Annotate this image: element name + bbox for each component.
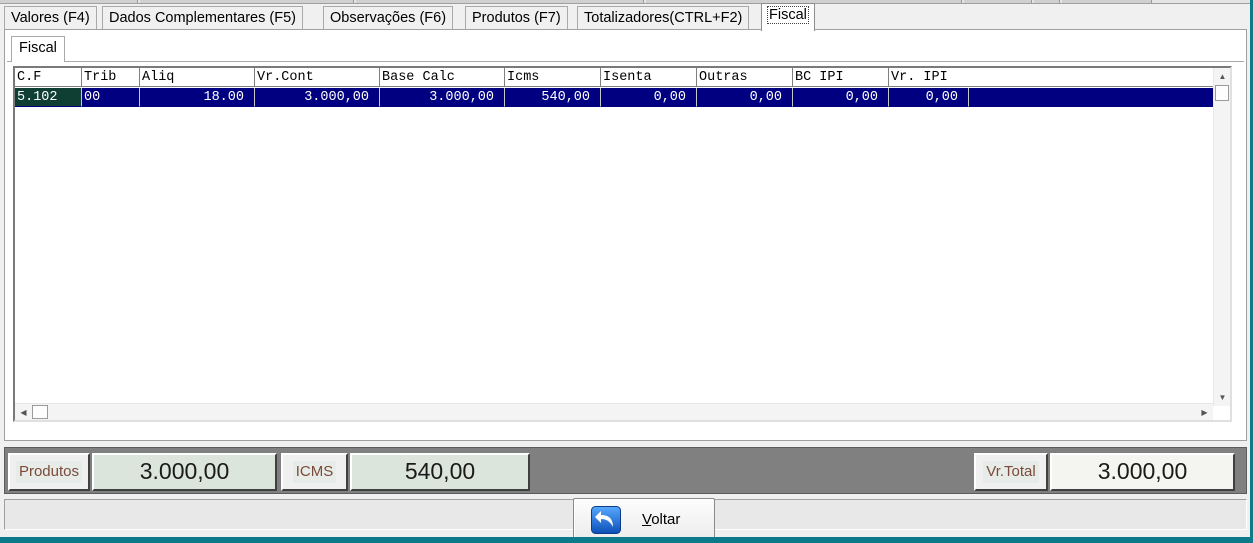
- column-header-vr-cont[interactable]: Vr.Cont: [255, 68, 380, 87]
- column-header-vr-ipi[interactable]: Vr. IPI: [889, 68, 1213, 87]
- fiscal-tab-panel: Fiscal C.F Trib Aliq Vr.Cont Base Calc I…: [4, 29, 1247, 441]
- tab-totalizadores[interactable]: Totalizadores(CTRL+F2): [577, 6, 750, 30]
- inner-tab-label: Fiscal: [19, 40, 57, 56]
- voltar-label: Voltar: [642, 511, 680, 528]
- column-header-base-calc[interactable]: Base Calc: [380, 68, 505, 87]
- cell-bc-ipi[interactable]: 0,00: [793, 88, 889, 107]
- horizontal-scrollbar[interactable]: ◀ ▶: [15, 403, 1213, 420]
- vertical-scroll-thumb[interactable]: [1215, 85, 1229, 101]
- tab-label: Observações (F6): [330, 10, 447, 26]
- scroll-up-icon[interactable]: ▲: [1214, 68, 1230, 85]
- horizontal-scroll-thumb[interactable]: [32, 405, 48, 419]
- back-arrow-icon: [591, 506, 621, 534]
- produtos-value-text: 3.000,00: [139, 458, 230, 484]
- scroll-left-icon[interactable]: ◀: [15, 404, 32, 420]
- produtos-label-text: Produtos: [15, 461, 83, 483]
- voltar-button[interactable]: Voltar: [573, 498, 715, 540]
- cell-isenta[interactable]: 0,00: [601, 88, 697, 107]
- column-header-aliq[interactable]: Aliq: [140, 68, 255, 87]
- vr-total-label: Vr.Total: [974, 453, 1048, 491]
- cell-base-calc[interactable]: 3.000,00: [380, 88, 505, 107]
- cell-vr-cont[interactable]: 3.000,00: [255, 88, 380, 107]
- icms-label: ICMS: [281, 453, 348, 491]
- cell-outras[interactable]: 0,00: [697, 88, 793, 107]
- vr-total-value: 3.000,00: [1050, 453, 1235, 491]
- vertical-scrollbar[interactable]: ▲ ▼: [1213, 68, 1230, 406]
- vr-total-value-text: 3.000,00: [1097, 458, 1188, 484]
- cell-icms[interactable]: 540,00: [505, 88, 601, 107]
- column-header-isenta[interactable]: Isenta: [601, 68, 697, 87]
- tab-label: Produtos (F7): [472, 10, 561, 26]
- tab-fiscal[interactable]: Fiscal: [761, 3, 815, 31]
- tab-valores[interactable]: Valores (F4): [4, 6, 97, 30]
- tab-label: Dados Complementares (F5): [109, 10, 296, 26]
- column-header-cf[interactable]: C.F: [15, 68, 82, 87]
- produtos-value: 3.000,00: [92, 453, 277, 491]
- window-border-bottom: [0, 537, 1253, 543]
- tab-observacoes[interactable]: Observações (F6): [323, 6, 454, 30]
- totals-bar: Produtos 3.000,00 ICMS 540,00 Vr.Total 3…: [4, 447, 1247, 494]
- voltar-accelerator: V: [642, 511, 652, 528]
- inner-tab-fiscal[interactable]: Fiscal: [11, 36, 65, 62]
- fiscal-grid[interactable]: C.F Trib Aliq Vr.Cont Base Calc Icms Ise…: [13, 66, 1232, 422]
- produtos-label: Produtos: [8, 453, 90, 491]
- cell-trib[interactable]: 00: [82, 88, 140, 107]
- top-strip: [0, 0, 1253, 4]
- vr-total-label-text: Vr.Total: [983, 461, 1039, 483]
- tab-label: Totalizadores(CTRL+F2): [584, 10, 743, 26]
- column-header-icms[interactable]: Icms: [505, 68, 601, 87]
- column-header-outras[interactable]: Outras: [697, 68, 793, 87]
- cell-aliq[interactable]: 18.00: [140, 88, 255, 107]
- voltar-label-rest: oltar: [651, 511, 681, 528]
- tab-label: Valores (F4): [11, 10, 90, 26]
- cell-vr-ipi[interactable]: 0,00: [889, 88, 969, 107]
- column-header-bc-ipi[interactable]: BC IPI: [793, 68, 889, 87]
- tab-dados-complementares[interactable]: Dados Complementares (F5): [102, 6, 303, 30]
- icms-label-text: ICMS: [292, 461, 337, 483]
- cell-empty-fill: [969, 88, 1213, 107]
- tab-label: Fiscal: [767, 6, 809, 24]
- icms-value: 540,00: [350, 453, 530, 491]
- tab-produtos[interactable]: Produtos (F7): [465, 6, 568, 30]
- cell-cf[interactable]: 5.102: [15, 88, 82, 107]
- column-header-trib[interactable]: Trib: [82, 68, 140, 87]
- scroll-right-icon[interactable]: ▶: [1196, 404, 1213, 420]
- scroll-down-icon[interactable]: ▼: [1214, 389, 1230, 406]
- icms-value-text: 540,00: [404, 458, 476, 484]
